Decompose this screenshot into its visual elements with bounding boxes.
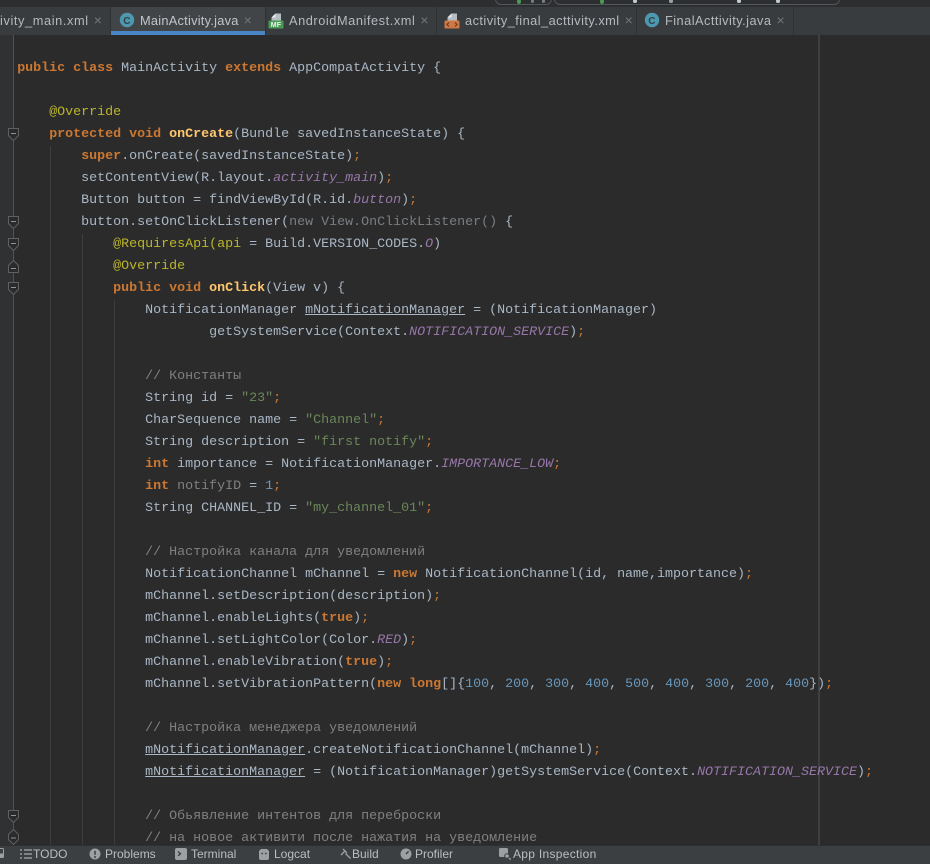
svg-text:C: C (648, 16, 655, 27)
svg-text:C: C (123, 16, 130, 27)
svg-text:MF: MF (271, 22, 282, 29)
